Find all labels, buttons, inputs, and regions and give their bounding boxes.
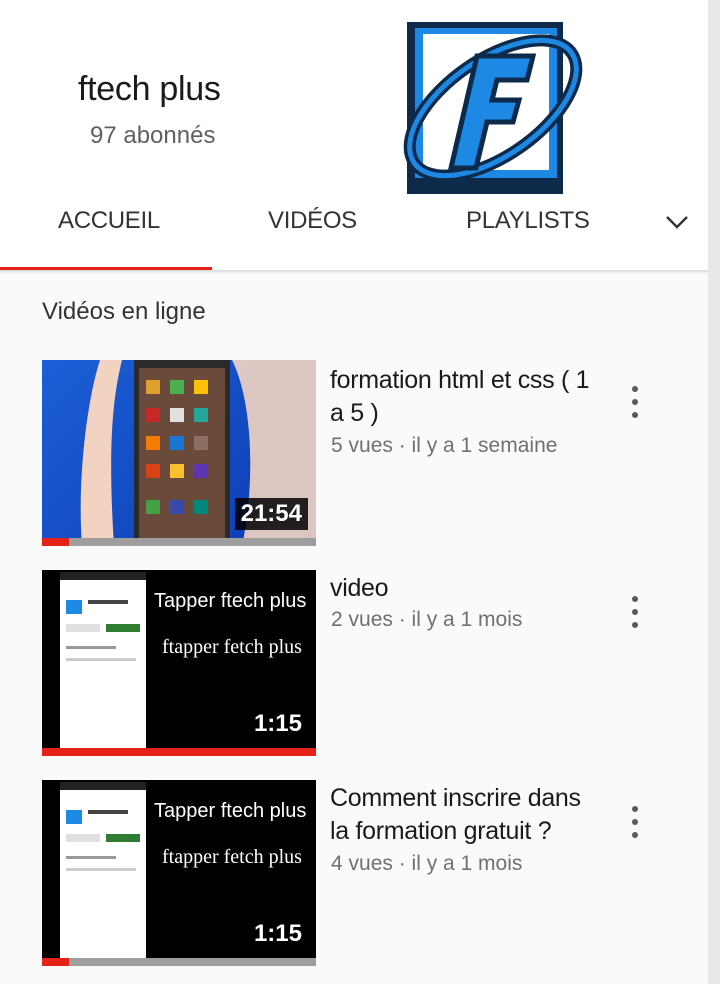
more-options-icon[interactable] xyxy=(625,804,645,840)
video-thumbnail[interactable]: Tapper ftech plus ftapper fetch plus 1:1… xyxy=(42,780,316,966)
section-title: Vidéos en ligne xyxy=(42,298,206,325)
watch-progress-fill xyxy=(42,958,70,966)
thumbnail-caption: ftapper fetch plus xyxy=(162,636,302,658)
chevron-down-icon[interactable] xyxy=(660,205,694,239)
header-divider xyxy=(0,270,720,274)
video-duration: 21:54 xyxy=(234,498,308,530)
video-item[interactable]: Tapper ftech plus ftapper fetch plus 1:1… xyxy=(0,570,720,760)
app-screenshot-image xyxy=(60,782,146,964)
channel-name: ftech plus xyxy=(78,70,221,108)
video-meta: 5 vues · il y a 1 semaine xyxy=(331,434,558,457)
video-title[interactable]: formation html et css ( 1 a 5 ) xyxy=(330,364,590,430)
thumbnail-caption: Tapper ftech plus xyxy=(154,590,307,612)
video-duration: 1:15 xyxy=(253,710,302,737)
more-options-icon[interactable] xyxy=(625,594,645,630)
watch-progress xyxy=(42,958,316,966)
video-title[interactable]: Comment inscrire dans la formation gratu… xyxy=(330,782,590,848)
subscriber-count: 97 abonnés xyxy=(90,122,216,149)
video-title[interactable]: video xyxy=(330,572,590,605)
screen-edge xyxy=(708,0,720,984)
thumbnail-caption: ftapper fetch plus xyxy=(162,846,302,868)
channel-tabs: ACCUEIL VIDÉOS PLAYLISTS xyxy=(0,195,720,271)
tab-accueil[interactable]: ACCUEIL xyxy=(58,207,160,235)
video-duration: 1:15 xyxy=(253,920,302,947)
more-options-icon[interactable] xyxy=(625,384,645,420)
watch-progress xyxy=(42,538,316,546)
video-item[interactable]: Tapper ftech plus ftapper fetch plus 1:1… xyxy=(0,780,720,970)
watch-progress-fill xyxy=(42,748,316,756)
thumbnail-caption: Tapper ftech plus xyxy=(154,800,307,822)
app-screenshot-image xyxy=(60,572,146,754)
watch-progress xyxy=(42,748,316,756)
tab-videos[interactable]: VIDÉOS xyxy=(268,207,357,235)
video-item[interactable]: 21:54 formation html et css ( 1 a 5 ) 5 … xyxy=(0,360,720,550)
video-thumbnail[interactable]: Tapper ftech plus ftapper fetch plus 1:1… xyxy=(42,570,316,756)
tab-playlists[interactable]: PLAYLISTS xyxy=(466,207,590,235)
channel-logo-icon[interactable] xyxy=(393,18,593,198)
video-meta: 4 vues · il y a 1 mois xyxy=(331,852,523,875)
watch-progress-fill xyxy=(42,538,70,546)
channel-header: ftech plus 97 abonnés ACCUEIL VIDÉOS PLA… xyxy=(0,0,720,271)
video-thumbnail[interactable]: 21:54 xyxy=(42,360,316,546)
video-meta: 2 vues · il y a 1 mois xyxy=(331,608,523,631)
